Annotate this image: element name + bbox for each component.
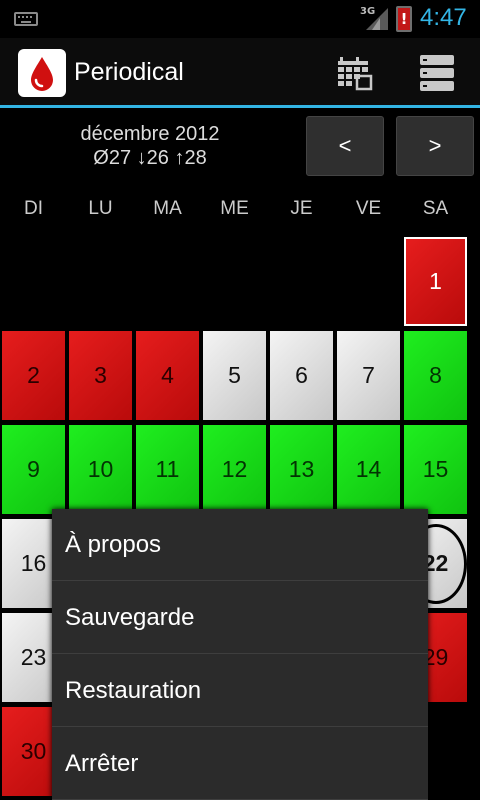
- calendar-day[interactable]: 8: [404, 331, 467, 420]
- previous-month-button[interactable]: <: [306, 116, 384, 176]
- calendar-day[interactable]: 2: [2, 331, 65, 420]
- signal-icon: [366, 8, 388, 30]
- weekday-label: DI: [24, 198, 43, 219]
- calendar-day[interactable]: 14: [337, 425, 400, 514]
- weekday-label: JE: [290, 198, 313, 219]
- calendar-day[interactable]: 4: [136, 331, 199, 420]
- menu-item-backup[interactable]: Sauvegarde: [52, 582, 428, 654]
- weekday-label: ME: [220, 198, 249, 219]
- app-title: Periodical: [74, 58, 184, 86]
- overflow-popup-menu: À propos Sauvegarde Restauration Arrêter: [52, 509, 428, 800]
- calendar-day[interactable]: 7: [337, 331, 400, 420]
- action-bar: Periodical: [0, 38, 480, 108]
- menu-item-quit[interactable]: Arrêter: [52, 728, 428, 800]
- clock: 4:47: [420, 4, 467, 31]
- keyboard-icon: [14, 12, 38, 26]
- menu-item-restore[interactable]: Restauration: [52, 655, 428, 727]
- status-bar: 3G ! 4:47: [0, 0, 480, 38]
- weekday-label: SA: [422, 198, 449, 219]
- overflow-menu-icon[interactable]: [414, 50, 460, 96]
- month-info: décembre 2012 Ø27 ↓26 ↑28: [40, 122, 260, 170]
- calendar-day[interactable]: 1: [404, 237, 467, 326]
- calendar-day[interactable]: 9: [2, 425, 65, 514]
- calendar-day[interactable]: 15: [404, 425, 467, 514]
- weekday-label: MA: [153, 198, 182, 219]
- weekday-label: LU: [88, 198, 113, 219]
- calendar-day[interactable]: 13: [270, 425, 333, 514]
- battery-alert-icon: !: [396, 6, 412, 32]
- next-month-button[interactable]: >: [396, 116, 474, 176]
- calendar-day[interactable]: 12: [203, 425, 266, 514]
- menu-item-about[interactable]: À propos: [52, 509, 428, 581]
- blood-drop-icon[interactable]: [18, 49, 66, 97]
- calendar-day[interactable]: 5: [203, 331, 266, 420]
- cycle-stats: Ø27 ↓26 ↑28: [93, 147, 207, 169]
- calendar-day[interactable]: 11: [136, 425, 199, 514]
- calendar-day[interactable]: 3: [69, 331, 132, 420]
- calendar-day[interactable]: 10: [69, 425, 132, 514]
- month-title: décembre 2012: [80, 123, 220, 145]
- calendar-icon[interactable]: [332, 50, 378, 96]
- weekday-header: DI LU MA ME JE VE SA: [0, 198, 480, 222]
- weekday-label: VE: [355, 198, 382, 219]
- calendar-day[interactable]: 6: [270, 331, 333, 420]
